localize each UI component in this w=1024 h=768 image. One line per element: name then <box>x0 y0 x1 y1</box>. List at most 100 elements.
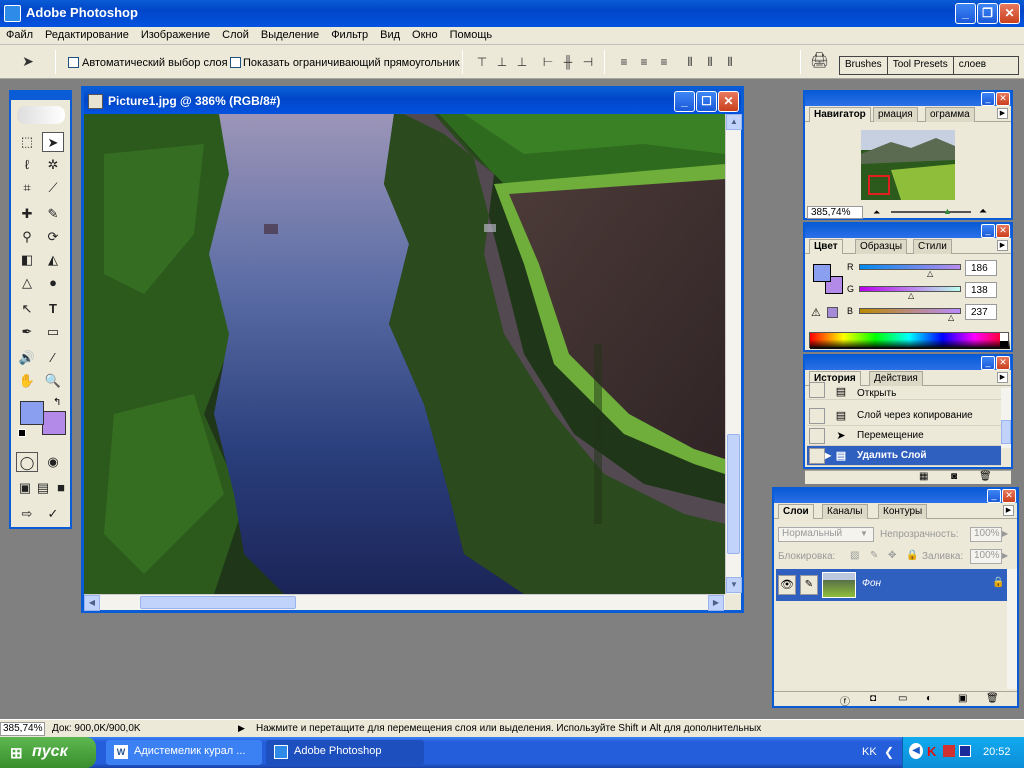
quick-mask-mode-icon[interactable]: ◉ <box>42 452 64 472</box>
color-menu-icon[interactable]: ▶ <box>997 240 1008 251</box>
pen-tool-icon[interactable]: ✒ <box>16 322 38 342</box>
vertical-scrollbar[interactable]: ▲ ▼ <box>725 114 742 594</box>
tray-back-icon[interactable]: ◀ <box>909 743 923 759</box>
layers-close-button[interactable]: ✕ <box>1002 489 1016 503</box>
navigator-close-button[interactable]: ✕ <box>996 92 1010 106</box>
lock-transparency-icon[interactable]: ▨ <box>850 550 859 561</box>
lasso-tool-icon[interactable]: ℓ <box>16 155 38 175</box>
color-channel-r-value[interactable]: 186 <box>965 260 997 276</box>
align-top-icon[interactable]: ⊤ <box>474 54 490 70</box>
opacity-arrow-icon[interactable]: ▶ <box>1002 529 1008 538</box>
screen-mode-full-icon[interactable]: ■ <box>50 478 72 498</box>
brush-tool-icon[interactable]: ✎ <box>42 204 64 224</box>
menu-edit[interactable]: Редактирование <box>39 27 135 41</box>
menu-file[interactable]: Файл <box>0 27 39 41</box>
feather-logo-icon[interactable] <box>17 106 65 124</box>
zoom-in-icon[interactable]: ⏶ <box>979 206 987 217</box>
menu-layer[interactable]: Слой <box>216 27 255 41</box>
layer-visibility-eye-icon[interactable]: 👁 <box>778 575 796 595</box>
minimize-button[interactable]: _ <box>955 3 976 24</box>
move-tool-icon[interactable]: ➤ <box>20 53 36 69</box>
layer-name[interactable]: Фон <box>862 578 881 589</box>
align-hcenter-icon[interactable]: ╫ <box>560 54 576 70</box>
hand-tool-icon[interactable]: ✋ <box>16 371 38 391</box>
opacity-field[interactable]: 100% <box>970 527 1002 542</box>
navigator-menu-icon[interactable]: ▶ <box>997 108 1008 119</box>
color-foreground-swatch[interactable] <box>813 264 831 282</box>
menu-filter[interactable]: Фильтр <box>325 27 374 41</box>
fill-field[interactable]: 100% <box>970 549 1002 564</box>
color-channel-g-value[interactable]: 138 <box>965 282 997 298</box>
tab-styles[interactable]: Стили <box>913 239 952 254</box>
scroll-down-arrow-icon[interactable]: ▼ <box>726 577 742 593</box>
auto-select-checkbox[interactable] <box>68 57 79 68</box>
color-channel-b-value[interactable]: 237 <box>965 304 997 320</box>
delete-state-icon[interactable]: 🗑 <box>979 471 992 482</box>
tab-swatches[interactable]: Образцы <box>855 239 908 254</box>
default-colors-icon[interactable] <box>18 429 26 437</box>
color-slider-g-thumb[interactable]: △ <box>908 291 914 300</box>
history-close-button[interactable]: ✕ <box>996 356 1010 370</box>
image-canvas[interactable] <box>84 114 725 594</box>
close-button[interactable]: ✕ <box>999 3 1020 24</box>
layer-style-icon[interactable]: ⓕ <box>840 693 850 708</box>
document-close-button[interactable]: ✕ <box>718 91 739 112</box>
jump-to-imageready-icon[interactable]: ⇨ <box>16 504 38 524</box>
fill-arrow-icon[interactable]: ▶ <box>1002 551 1008 560</box>
navigator-zoom-slider-thumb[interactable]: ▲ <box>943 206 952 216</box>
imageready-icon[interactable]: ✓ <box>42 504 64 524</box>
marquee-tool-icon[interactable]: ⬚ <box>16 132 38 152</box>
standard-mode-icon[interactable]: ◯ <box>16 452 38 472</box>
blend-mode-chevron-icon[interactable]: ▼ <box>860 529 868 538</box>
tray-expand-icon[interactable]: ❮ <box>884 745 894 759</box>
align-left-icon[interactable]: ⊢ <box>540 54 556 70</box>
swap-colors-icon[interactable]: ↰ <box>53 397 61 408</box>
lock-all-icon[interactable]: 🔒 <box>906 550 918 561</box>
gamut-warning-icon[interactable]: ⚠ <box>811 306 821 319</box>
taskbar-item-word[interactable]: W Адистемелик курал ... <box>106 740 262 765</box>
gamut-color-swatch[interactable] <box>827 307 838 318</box>
crop-tool-icon[interactable]: ⌗ <box>16 178 38 198</box>
history-scrollbar[interactable] <box>1001 388 1011 448</box>
antivirus-icon[interactable]: K <box>927 744 936 759</box>
tray-monitor-icon[interactable] <box>959 745 971 757</box>
start-button[interactable]: ⊞ пуск <box>0 737 96 768</box>
distribute-top-icon[interactable]: ≡ <box>616 54 632 70</box>
distribute-bottom-icon[interactable]: ≡ <box>656 54 672 70</box>
magic-wand-tool-icon[interactable]: ✲ <box>42 155 64 175</box>
bounding-box-checkbox[interactable] <box>230 57 241 68</box>
tab-paths[interactable]: Контуры <box>878 504 928 519</box>
dodge-tool-icon[interactable]: ● <box>42 273 64 293</box>
distribute-vcenter-icon[interactable]: ≡ <box>636 54 652 70</box>
lock-image-icon[interactable]: ✎ <box>870 550 878 561</box>
adjustment-layer-icon[interactable]: ◐ <box>926 693 932 704</box>
clone-stamp-tool-icon[interactable]: ⚲ <box>16 227 38 247</box>
blur-tool-icon[interactable]: △ <box>16 273 38 293</box>
color-minimize-button[interactable]: _ <box>981 224 995 238</box>
document-minimize-button[interactable]: _ <box>674 91 695 112</box>
tab-info[interactable]: рмация <box>873 107 918 122</box>
align-vcenter-icon[interactable]: ⊥ <box>494 54 510 70</box>
eraser-tool-icon[interactable]: ◧ <box>16 250 38 270</box>
distribute-hcenter-icon[interactable]: ⦀ <box>702 54 718 70</box>
color-panel-header[interactable]: _ ✕ <box>805 224 1011 238</box>
zoom-out-icon[interactable]: ⏶ <box>873 207 880 218</box>
scroll-left-arrow-icon[interactable]: ◀ <box>84 595 100 611</box>
status-zoom-field[interactable]: 385,74% <box>0 722 45 736</box>
layer-brush-icon[interactable]: ✎ <box>800 575 818 595</box>
align-right-icon[interactable]: ⊣ <box>580 54 596 70</box>
vertical-scroll-thumb[interactable] <box>727 434 740 554</box>
zoom-tool-icon[interactable]: 🔍 <box>42 371 64 391</box>
history-item-open[interactable]: ▤ Открыть <box>807 382 1001 400</box>
history-snapshot-box[interactable] <box>809 428 825 444</box>
history-brush-tool-icon[interactable]: ⟳ <box>42 227 64 247</box>
horizontal-scroll-thumb[interactable] <box>140 596 296 609</box>
restore-button[interactable]: ❐ <box>977 3 998 24</box>
distribute-left-icon[interactable]: ⦀ <box>682 54 698 70</box>
new-document-from-state-icon[interactable]: ▦ <box>919 471 928 482</box>
new-group-icon[interactable]: ▭ <box>898 693 907 704</box>
slice-tool-icon[interactable]: ⟋ <box>42 178 64 198</box>
distribute-right-icon[interactable]: ⦀ <box>722 54 738 70</box>
layers-scrollbar[interactable] <box>1007 569 1017 689</box>
status-menu-arrow-icon[interactable]: ▶ <box>238 723 245 734</box>
